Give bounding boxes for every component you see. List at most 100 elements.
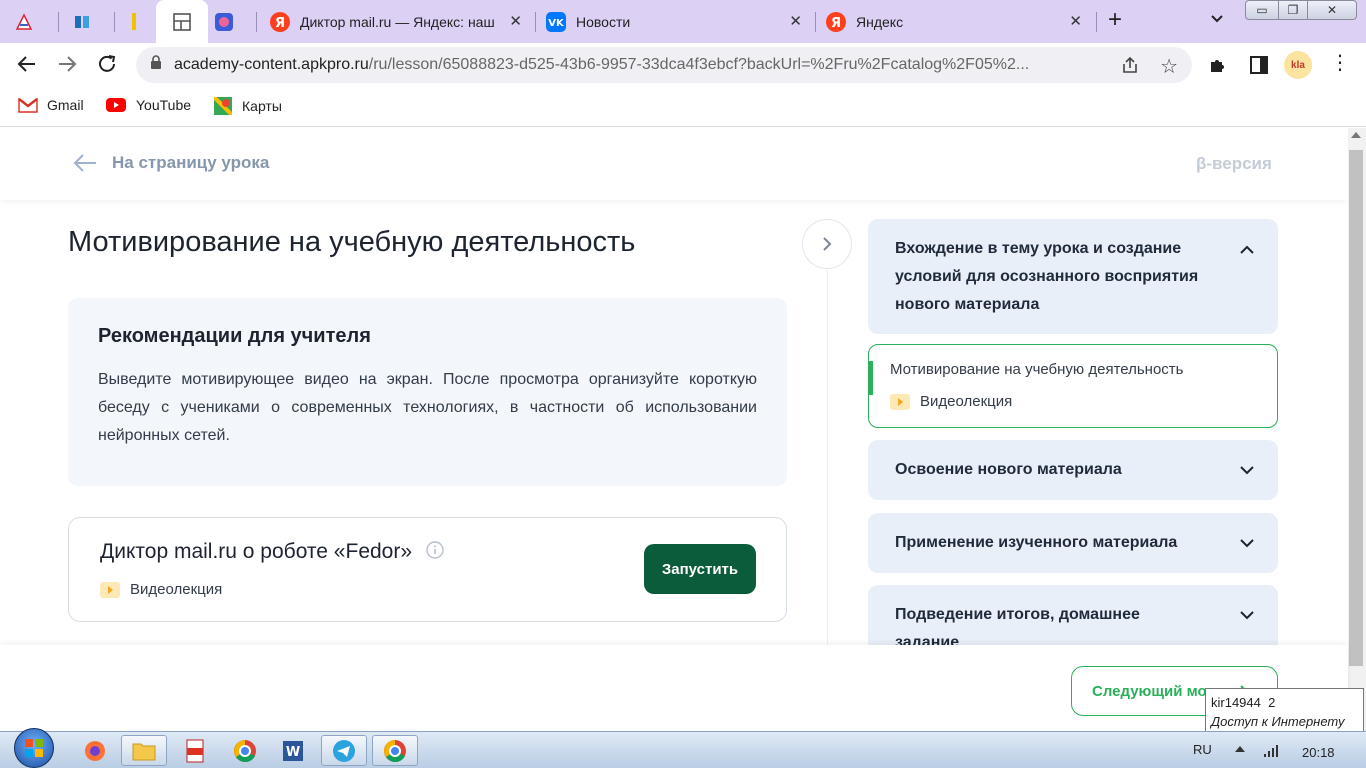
scrollbar-thumb[interactable] [1349, 150, 1363, 666]
book-icon [72, 12, 92, 32]
tab-pinned-1[interactable] [14, 0, 54, 43]
image-icon [214, 12, 234, 32]
language-indicator[interactable]: RU [1193, 742, 1212, 757]
browser-toolbar: academy-content.apkpro.ru/ru/lesson/6508… [0, 43, 1366, 87]
tab-pinned-2[interactable] [72, 0, 112, 43]
sidebar-item-type-label: Видеолекция [920, 393, 1013, 410]
bookmark-gmail[interactable]: Gmail [18, 97, 84, 113]
forward-button[interactable] [56, 53, 78, 80]
minimize-button[interactable]: ▭ [1245, 0, 1279, 20]
close-tab-icon[interactable]: ✕ [1069, 12, 1082, 30]
chrome-icon [384, 739, 406, 762]
chrome-icon [234, 739, 256, 762]
tab-separator [1096, 12, 1097, 32]
new-tab-button[interactable]: + [1108, 6, 1122, 34]
resource-card: Диктор mail.ru о роботе «Fedor» Видеолек… [68, 517, 787, 622]
firefox-icon [85, 740, 105, 761]
video-play-icon [100, 581, 120, 598]
clock[interactable]: 20:18 [1302, 745, 1335, 760]
yandex-icon: Я [826, 11, 846, 32]
page-scrollbar[interactable] [1348, 128, 1366, 731]
restore-button[interactable]: ❐ [1278, 0, 1308, 20]
menu-kebab-icon[interactable]: ⋮ [1330, 53, 1350, 73]
tab-separator [114, 12, 115, 32]
close-icon: ✕ [1326, 3, 1338, 17]
taskbar-pdf[interactable] [172, 735, 218, 766]
chevron-down-icon[interactable] [1240, 608, 1254, 622]
extensions-icon[interactable] [1208, 55, 1228, 80]
scroll-up-icon[interactable] [1351, 132, 1361, 138]
share-icon[interactable] [1120, 55, 1140, 80]
tray-expand-icon[interactable] [1235, 746, 1245, 752]
tab-yandex[interactable]: Я Яндекс ✕ [826, 0, 1092, 43]
profile-avatar[interactable]: kla [1284, 51, 1312, 79]
info-icon[interactable] [426, 540, 444, 564]
chevron-down-icon[interactable] [1240, 536, 1254, 550]
close-tab-icon[interactable]: ✕ [509, 12, 522, 30]
lesson-title: Мотивирование на учебную деятельность [68, 226, 636, 258]
sidebar-item-title: Мотивирование на учебную деятельность [890, 361, 1184, 378]
back-button[interactable] [16, 53, 38, 80]
bookmark-youtube[interactable]: YouTube [106, 97, 191, 113]
pencil-icon [124, 12, 144, 32]
page-footer: Следующий мод [0, 645, 1348, 731]
address-bar[interactable]: academy-content.apkpro.ru/ru/lesson/6508… [136, 47, 1192, 83]
close-tab-icon[interactable]: ✕ [789, 12, 802, 30]
bookmark-maps[interactable]: Карты [214, 97, 282, 115]
tooltip-line-2: Доступ к Интернету [1211, 714, 1345, 729]
toggle-sidebar-button[interactable] [802, 219, 852, 269]
restore-icon: ❐ [1287, 3, 1299, 17]
taskbar-chrome-active[interactable] [372, 735, 418, 766]
tab-title: Яндекс [856, 13, 904, 30]
start-button[interactable] [14, 728, 54, 768]
taskbar-firefox[interactable] [72, 735, 118, 766]
taskbar-explorer[interactable] [121, 735, 167, 766]
reload-button[interactable] [96, 53, 118, 80]
chevron-up-icon[interactable] [1240, 243, 1254, 257]
minimize-icon: ▭ [1256, 3, 1268, 17]
bookmark-label: Карты [242, 98, 282, 114]
windows-taskbar: W RU 20:18 [0, 728, 1366, 768]
network-icon[interactable] [1263, 742, 1281, 763]
resource-type-label: Видеолекция [130, 581, 223, 598]
svg-text:Я: Я [275, 16, 285, 31]
bookmark-label: Gmail [47, 97, 84, 113]
section-title: Подведение итогов, домашнее задание [895, 606, 1140, 645]
tab-strip: Я Диктор mail.ru — Яндекс: наш ✕ VK Ново… [0, 0, 1366, 43]
close-window-button[interactable]: ✕ [1307, 0, 1357, 20]
chevron-down-icon[interactable] [1240, 463, 1254, 477]
section-title: Применение изученного материала [895, 534, 1178, 551]
tab-vk-news[interactable]: VK Новости ✕ [546, 0, 812, 43]
side-panel-icon[interactable] [1249, 55, 1269, 80]
launch-button[interactable]: Запустить [644, 544, 756, 594]
sidebar-section-2[interactable]: Освоение нового материала [868, 440, 1278, 500]
sidebar-section-3[interactable]: Применение изученного материала [868, 513, 1278, 573]
arrow-left-icon [17, 56, 35, 72]
back-link-label: На страницу урока [112, 153, 270, 172]
yandex-icon: Я [270, 11, 290, 32]
tab-pinned-3[interactable] [124, 0, 154, 43]
folder-icon [132, 743, 156, 760]
tab-pinned-5[interactable] [214, 0, 250, 43]
tab-search-chevron-icon[interactable] [1209, 10, 1225, 31]
sidebar-section-1[interactable]: Вхождение в тему урока и создание услови… [868, 219, 1278, 334]
resource-title: Диктор mail.ru о роботе «Fedor» [100, 540, 413, 563]
bookmark-star-icon[interactable]: ☆ [1160, 54, 1178, 79]
sidebar-item-type: Видеолекция [890, 393, 1012, 410]
layout-icon [172, 12, 192, 32]
tab-separator [58, 12, 59, 32]
taskbar-telegram[interactable] [321, 735, 367, 766]
divider [827, 269, 828, 645]
svg-text:W: W [286, 745, 300, 760]
url-host: academy-content.apkpro.ru [174, 56, 369, 73]
back-to-lesson-link[interactable]: На страницу урока [72, 152, 269, 174]
sidebar-section-4[interactable]: Подведение итогов, домашнее задание [868, 585, 1278, 645]
recommendations-card: Рекомендации для учителя Выведите мотиви… [68, 298, 787, 486]
taskbar-word[interactable]: W [270, 735, 316, 766]
lock-icon [150, 55, 162, 75]
tab-yandex-search[interactable]: Я Диктор mail.ru — Яндекс: наш ✕ [266, 0, 532, 43]
tab-pinned-active[interactable] [156, 0, 208, 43]
page-header: На страницу урока β-версия [0, 128, 1348, 200]
sidebar-item-active[interactable]: Мотивирование на учебную деятельность Ви… [868, 344, 1278, 428]
taskbar-chrome[interactable] [222, 735, 268, 766]
